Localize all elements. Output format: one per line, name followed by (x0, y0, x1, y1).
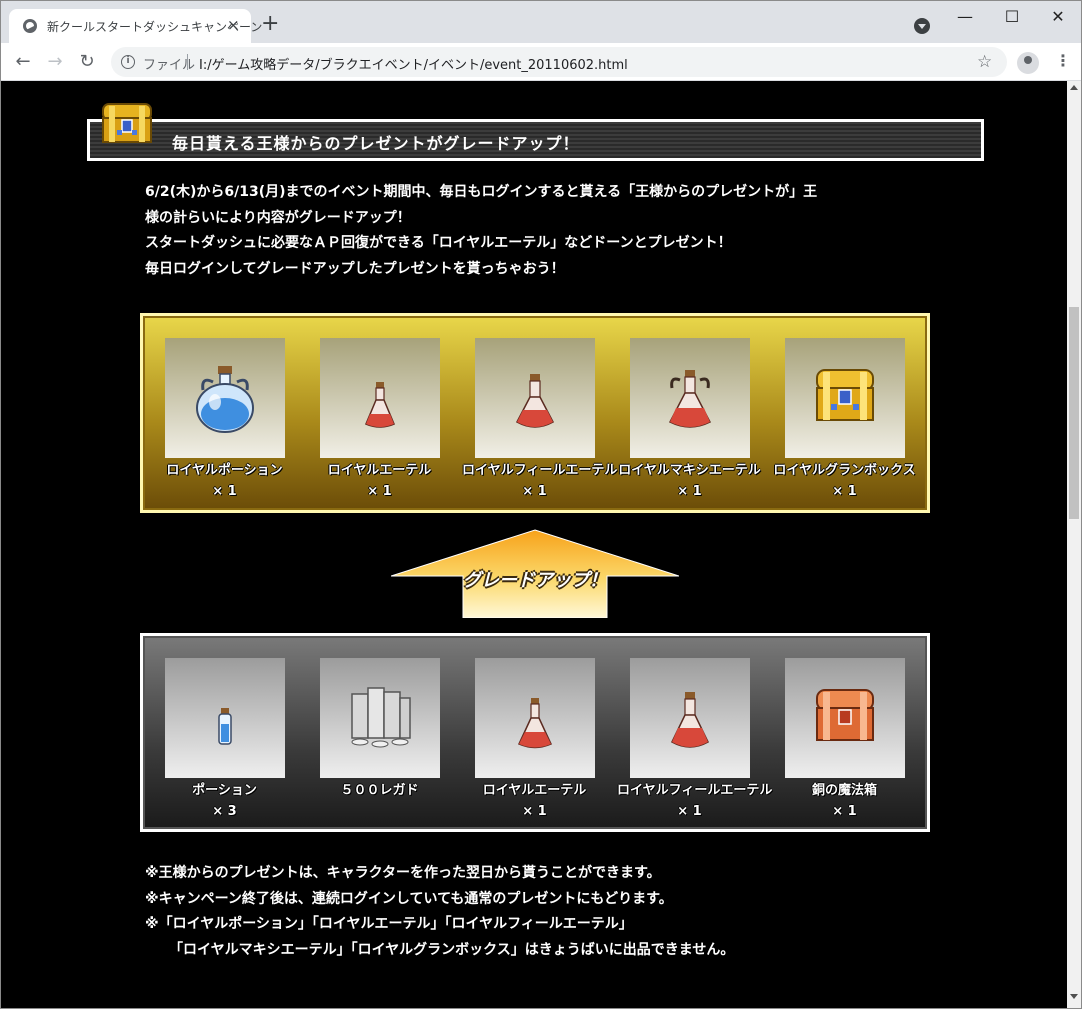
close-tab-icon[interactable]: × (227, 17, 240, 33)
original-prizes-panel: ポーション × 3 ５００レガド ロイヤルエーテル × 1 ロイヤルフィールエー… (140, 633, 930, 832)
note-line: ※「ロイヤルポーション」「ロイヤルエーテル」「ロイヤルフィールエーテル」 (145, 916, 633, 932)
prize-qty: × 1 (522, 804, 547, 819)
gold-treasure-chest-icon (784, 338, 905, 458)
grade-up-arrow: グレードアップ！ (391, 528, 679, 618)
royal-ether-icon (474, 658, 595, 778)
grade-up-label: グレードアップ！ (463, 570, 607, 591)
bookmark-star-icon[interactable]: ☆ (977, 52, 992, 72)
scroll-down-arrow-icon[interactable] (1070, 994, 1078, 999)
prize-qty: × 1 (832, 484, 857, 499)
prize-qty: × 1 (832, 804, 857, 819)
scrollbar-thumb[interactable] (1069, 307, 1079, 519)
vertical-scrollbar[interactable] (1067, 81, 1081, 1008)
royal-ether-icon (319, 338, 440, 458)
prize-name: ロイヤルグランボックス (773, 463, 916, 478)
reload-button[interactable]: ↻ (75, 50, 99, 74)
prize-item: ロイヤルポーション × 1 (152, 338, 297, 500)
prize-name: ロイヤルエーテル (327, 463, 432, 478)
omnibox-divider (187, 54, 188, 70)
prize-item: ５００レガド (307, 658, 452, 803)
upgraded-prizes-panel: ロイヤルポーション × 1 ロイヤルエーテル × 1 ロイヤルフィールエーテル … (140, 313, 930, 513)
potion-icon (164, 658, 285, 778)
prize-name: ロイヤルフィールエーテル (462, 463, 618, 478)
prize-item: ロイヤルフィールエーテル × 1 (462, 338, 618, 500)
page-content: 毎日貰える王様からのプレゼントがグレードアップ！ 6/2(木)から6/13(月)… (1, 82, 1067, 1008)
tab-strip: 新クールスタートダッシュキャンペーン × + — ☐ ✕ (1, 1, 1081, 43)
tab-search-icon[interactable] (914, 18, 930, 34)
browser-menu-icon[interactable]: ⋮ (1055, 51, 1071, 70)
prize-name: ５００レガド (340, 783, 419, 798)
prize-item: ポーション × 3 (152, 658, 297, 820)
info-icon[interactable]: i (121, 55, 135, 69)
royal-maxi-ether-icon (629, 338, 750, 458)
copper-treasure-chest-icon (784, 658, 905, 778)
prize-qty: × 1 (367, 484, 392, 499)
minimize-button[interactable]: — (945, 5, 985, 29)
intro-text: 6/2(木)から6/13(月)までのイベント期間中、毎日もログインすると貰える「… (145, 180, 935, 282)
royal-field-ether-icon (629, 658, 750, 778)
prize-name: ロイヤルマキシエーテル (618, 463, 761, 478)
intro-line: スタートダッシュに必要なＡＰ回復ができる「ロイヤルエーテル」などドーンとプレゼン… (145, 235, 732, 251)
notes-text: ※王様からのプレゼントは、キャラクターを作った翌日から貰うことができます。 ※キ… (145, 861, 935, 963)
globe-icon (23, 19, 37, 33)
prize-qty: × 1 (212, 484, 237, 499)
note-line: 「ロイヤルマキシエーテル」「ロイヤルグランボックス」はきょうばいに出品できません… (169, 941, 735, 958)
royal-potion-icon (164, 338, 285, 458)
prize-qty: × 1 (677, 804, 702, 819)
section-header-banner: 毎日貰える王様からのプレゼントがグレードアップ！ (87, 119, 984, 161)
prize-qty: × 1 (677, 484, 702, 499)
prize-name: ロイヤルポーション (166, 463, 283, 478)
intro-line: 毎日ログインしてグレードアップしたプレゼントを貰っちゃおう！ (145, 260, 565, 277)
prize-item: ロイヤルエーテル × 1 (307, 338, 452, 500)
forward-button[interactable]: → (43, 50, 67, 74)
active-tab[interactable]: 新クールスタートダッシュキャンペーン × (9, 9, 262, 43)
back-button[interactable]: ← (11, 50, 35, 74)
url-text[interactable]: I:/ゲーム攻略データ/ブラクエイベント/イベント/event_20110602… (199, 54, 628, 73)
maximize-button[interactable]: ☐ (992, 5, 1032, 29)
intro-line: 6/2(木)から6/13(月)までのイベント期間中、毎日もログインすると貰える「… (145, 184, 818, 200)
prize-item: 銅の魔法箱 × 1 (772, 658, 917, 820)
section-title: 毎日貰える王様からのプレゼントがグレードアップ！ (172, 134, 580, 153)
scroll-up-arrow-icon[interactable] (1070, 85, 1078, 90)
coin-stacks-icon (319, 658, 440, 778)
prize-qty: × 3 (212, 804, 237, 819)
prize-item: ロイヤルフィールエーテル × 1 (617, 658, 773, 820)
prize-name: ロイヤルフィールエーテル (617, 783, 773, 798)
intro-line: 様の計らいにより内容がグレードアップ！ (145, 209, 411, 226)
address-bar[interactable]: i ファイル I:/ゲーム攻略データ/ブラクエイベント/イベント/event_2… (111, 47, 1007, 77)
royal-field-ether-icon (474, 338, 595, 458)
browser-toolbar: ← → ↻ i ファイル I:/ゲーム攻略データ/ブラクエイベント/イベント/e… (1, 43, 1081, 81)
prize-item: ロイヤルマキシエーテル × 1 (617, 338, 762, 500)
browser-window: 新クールスタートダッシュキャンペーン × + — ☐ ✕ ← → ↻ i ファイ… (0, 0, 1082, 1009)
note-line: ※王様からのプレゼントは、キャラクターを作った翌日から貰うことができます。 (145, 865, 661, 881)
prize-name: ロイヤルエーテル (482, 783, 587, 798)
prize-item: ロイヤルグランボックス × 1 (772, 338, 917, 500)
profile-avatar-icon[interactable] (1017, 52, 1039, 74)
window-close-button[interactable]: ✕ (1038, 5, 1078, 29)
prize-name: ポーション (192, 783, 257, 798)
prize-name: 銅の魔法箱 (811, 783, 877, 798)
prize-item: ロイヤルエーテル × 1 (462, 658, 607, 820)
treasure-chest-icon (99, 94, 155, 146)
prize-qty: × 1 (522, 484, 547, 499)
new-tab-button[interactable]: + (261, 13, 279, 35)
note-line: ※キャンペーン終了後は、連続ログインしていても通常のプレゼントにもどります。 (145, 890, 673, 907)
